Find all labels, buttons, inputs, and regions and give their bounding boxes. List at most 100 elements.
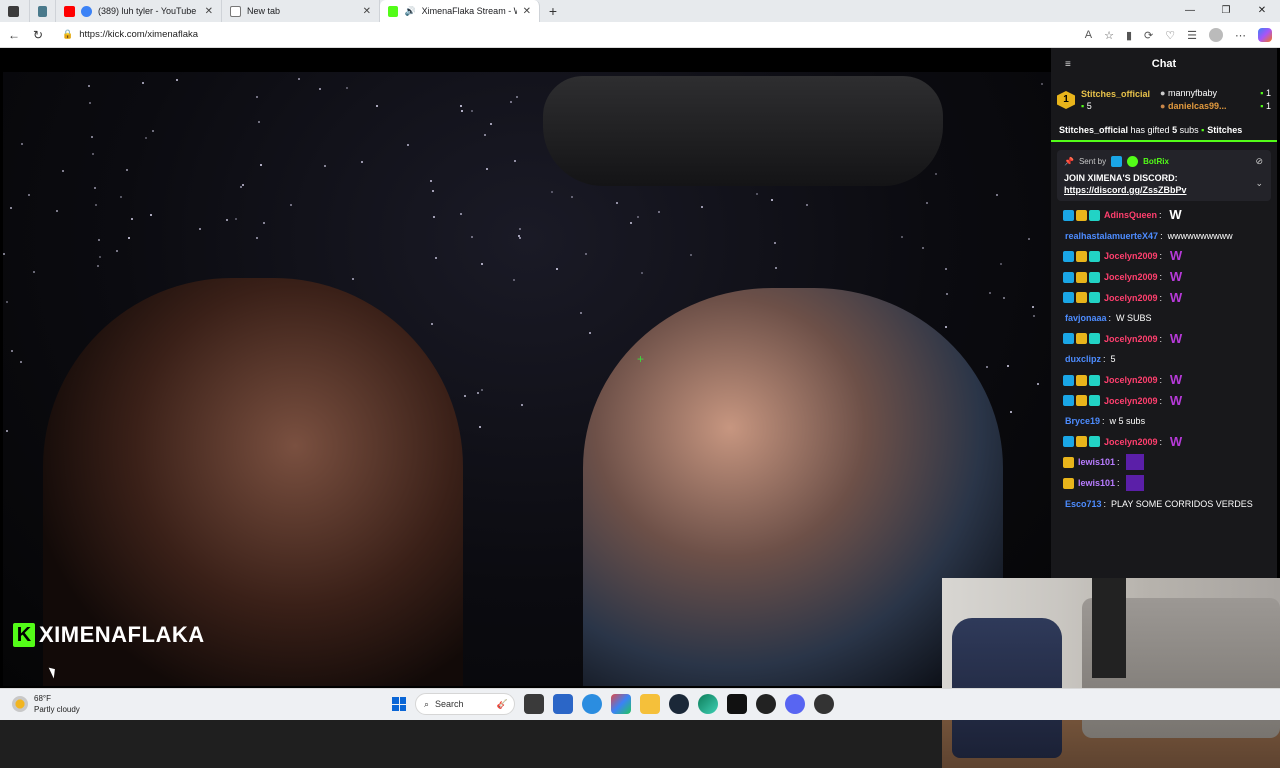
unpin-icon[interactable]: ⊘ xyxy=(1255,156,1263,167)
leader-counts: ▪ 1 ▪ 1 xyxy=(1260,87,1271,113)
star-light xyxy=(435,257,437,259)
chat-username[interactable]: Jocelyn2009 xyxy=(1104,334,1158,344)
new-tab-button[interactable]: + xyxy=(540,3,566,19)
address-bar: ← ↻ 🔒 https://kick.com/ximenaflaka A ☆ ▮… xyxy=(0,22,1280,48)
chat-message[interactable]: Jocelyn2009: W xyxy=(1063,432,1265,453)
chat-separator: : xyxy=(1159,272,1163,283)
star-light xyxy=(756,193,758,195)
copilot-icon[interactable] xyxy=(1258,28,1272,42)
star-light xyxy=(199,228,201,230)
chat-message[interactable]: AdinsQueen: W xyxy=(1063,205,1265,226)
chat-message[interactable]: realhastalamuerteX47: wwwwwwwwww xyxy=(1063,226,1265,247)
chat-message[interactable]: lewis101: xyxy=(1063,473,1265,494)
photos-icon[interactable] xyxy=(611,694,631,714)
chat-username[interactable]: favjonaaa xyxy=(1065,313,1107,323)
star-light xyxy=(946,293,948,295)
tab-youtube[interactable]: (389) luh tyler - YouTube ✕ xyxy=(56,0,222,22)
chat-message[interactable]: duxclipz:5 xyxy=(1063,349,1265,370)
chat-message[interactable]: Jocelyn2009: W xyxy=(1063,267,1265,288)
chat-message[interactable]: Jocelyn2009: W xyxy=(1063,390,1265,411)
store-icon[interactable] xyxy=(553,694,573,714)
chat-message[interactable]: Jocelyn2009: W xyxy=(1063,287,1265,308)
url-field[interactable]: 🔒 https://kick.com/ximenaflaka xyxy=(56,25,1056,45)
leader-first[interactable]: Stitches_official ▪ 5 xyxy=(1081,88,1150,112)
refresh-icon[interactable]: ↻ xyxy=(26,28,50,42)
profile-avatar-icon[interactable] xyxy=(1209,28,1223,42)
leader-third[interactable]: ● danielcas99... xyxy=(1160,100,1227,113)
chat-username[interactable]: lewis101 xyxy=(1078,478,1115,488)
back-icon[interactable]: ← xyxy=(2,28,26,42)
close-icon[interactable]: ✕ xyxy=(523,6,531,17)
more-menu-icon[interactable]: ⋯ xyxy=(1235,29,1246,42)
browser-essentials-icon[interactable]: ♡ xyxy=(1165,29,1175,42)
chat-message[interactable]: favjonaaa: W SUBS xyxy=(1063,308,1265,329)
w-emote-icon: W xyxy=(1169,433,1183,449)
task-view-icon[interactable] xyxy=(524,694,544,714)
chat-username[interactable]: Jocelyn2009 xyxy=(1104,437,1158,447)
chat-username[interactable]: Jocelyn2009 xyxy=(1104,272,1158,282)
favorite-star-icon[interactable]: ☆ xyxy=(1104,29,1114,42)
taskbar-search[interactable]: ⌕ Search 🎸 xyxy=(415,693,515,715)
windows-start-icon[interactable] xyxy=(392,697,406,711)
extension-icon[interactable]: ▮ xyxy=(1126,29,1132,42)
chat-message[interactable]: Jocelyn2009: W xyxy=(1063,246,1265,267)
chat-message[interactable]: Jocelyn2009: W xyxy=(1063,329,1265,350)
discord-icon[interactable] xyxy=(785,694,805,714)
chat-separator: : xyxy=(1159,292,1163,303)
star-light xyxy=(637,216,639,218)
video-player[interactable]: + K XIMENAFLAKA xyxy=(3,48,1051,686)
star-light xyxy=(21,143,23,145)
chat-username[interactable]: Jocelyn2009 xyxy=(1104,251,1158,261)
weather-widget[interactable]: 68°F Partly cloudy xyxy=(12,693,80,715)
chevron-down-icon[interactable]: ⌄ xyxy=(1255,178,1263,189)
file-explorer-icon[interactable] xyxy=(640,694,660,714)
obs-icon[interactable] xyxy=(756,694,776,714)
refresh-extension-icon[interactable]: ⟳ xyxy=(1144,29,1153,42)
chat-username[interactable]: Jocelyn2009 xyxy=(1104,293,1158,303)
chat-message[interactable]: Jocelyn2009: W xyxy=(1063,370,1265,391)
chat-username[interactable]: AdinsQueen xyxy=(1104,210,1157,220)
close-icon[interactable]: ✕ xyxy=(363,6,371,17)
chat-username[interactable]: lewis101 xyxy=(1078,457,1115,467)
tab-newtab[interactable]: New tab ✕ xyxy=(222,0,380,22)
star-light xyxy=(33,271,35,273)
chat-message[interactable]: Bryce19: w 5 subs xyxy=(1063,411,1265,432)
star-light xyxy=(98,239,100,241)
pinned-message[interactable]: 📌 Sent by BotRix JOIN XIMENA'S DISCORD: … xyxy=(1057,150,1271,201)
star-light xyxy=(477,392,479,394)
star-light xyxy=(94,187,96,189)
chat-username[interactable]: realhastalamuerteX47 xyxy=(1065,231,1158,241)
chat-username[interactable]: Bryce19 xyxy=(1065,416,1100,426)
maximize-icon[interactable]: ❐ xyxy=(1208,0,1244,22)
chat-username[interactable]: duxclipz xyxy=(1065,354,1101,364)
tab-page[interactable] xyxy=(30,0,56,22)
chat-username[interactable]: Jocelyn2009 xyxy=(1104,375,1158,385)
star-light xyxy=(150,214,152,216)
app-icon[interactable] xyxy=(814,694,834,714)
star-light xyxy=(471,110,473,112)
chat-header: ≡ Chat xyxy=(1051,48,1277,80)
sidebar-toggle[interactable] xyxy=(0,0,30,22)
star-light xyxy=(585,253,587,255)
chat-message[interactable]: Esco713: PLAY SOME CORRIDOS VERDES xyxy=(1063,493,1265,514)
chat-username[interactable]: Esco713 xyxy=(1065,499,1102,509)
edge-icon[interactable] xyxy=(698,694,718,714)
close-window-icon[interactable]: ✕ xyxy=(1244,0,1280,22)
chat-message[interactable]: lewis101: xyxy=(1063,452,1265,473)
discord-link[interactable]: https://discord.gg/ZssZBbPv xyxy=(1064,185,1264,195)
copilot-app-icon[interactable] xyxy=(582,694,602,714)
star-light xyxy=(521,404,523,406)
search-label: Search xyxy=(435,699,464,709)
steam-icon[interactable] xyxy=(669,694,689,714)
leader-second[interactable]: ● mannyfbaby xyxy=(1160,87,1227,100)
close-icon[interactable]: ✕ xyxy=(205,6,213,17)
tab-kick[interactable]: 🔊 XimenaFlaka Stream - Watch ✕ xyxy=(380,0,540,22)
pinned-text: JOIN XIMENA'S DISCORD: xyxy=(1064,173,1178,183)
collapse-chat-icon[interactable]: ≡ xyxy=(1065,59,1071,70)
tiktok-icon[interactable] xyxy=(727,694,747,714)
chat-username[interactable]: Jocelyn2009 xyxy=(1104,396,1158,406)
minimize-icon[interactable]: — xyxy=(1172,0,1208,22)
channel-watermark: K XIMENAFLAKA xyxy=(13,622,205,648)
favorites-icon[interactable]: ☰ xyxy=(1187,29,1197,42)
read-aloud-icon[interactable]: A xyxy=(1085,29,1092,41)
